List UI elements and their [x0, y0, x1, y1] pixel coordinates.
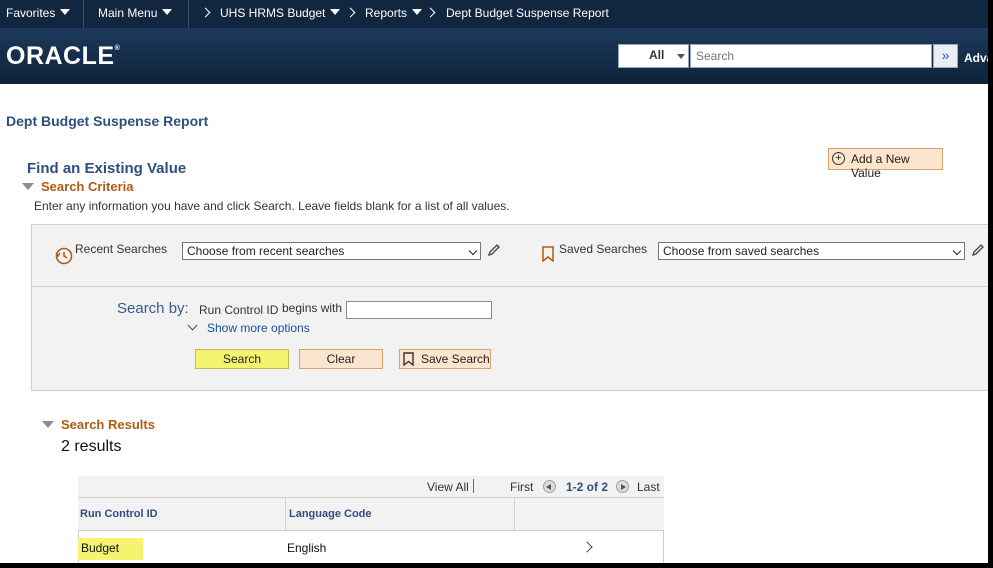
main-menu[interactable]: Main Menu [98, 6, 173, 20]
chevron-down-icon [412, 9, 423, 15]
breadcrumb-current[interactable]: Dept Budget Suspense Report [446, 6, 609, 20]
show-more-options-link[interactable]: Show more options [207, 321, 310, 335]
add-new-value-label: Add a New Value [851, 152, 910, 180]
nav-divider [188, 0, 189, 28]
double-chevron-right-icon: » [941, 47, 950, 63]
favorites-label: Favorites [6, 6, 56, 20]
chevron-down-icon [162, 9, 173, 15]
plus-circle-icon: + [832, 152, 845, 165]
last-link[interactable]: Last [637, 480, 660, 494]
add-new-value-button[interactable]: + Add a New Value [828, 148, 943, 180]
result-language-code: English [287, 541, 327, 555]
recent-searches-select[interactable]: Choose from recent searches [182, 242, 481, 260]
breadcrumb-reports[interactable]: Reports [365, 6, 423, 20]
page-title: Dept Budget Suspense Report [6, 113, 209, 129]
search-by-label: Search by: [117, 300, 189, 317]
column-divider [514, 498, 515, 531]
save-search-button[interactable]: Save Search [399, 349, 491, 369]
bookmark-icon [542, 246, 554, 262]
chevron-down-icon [677, 54, 685, 59]
collapse-triangle-icon[interactable] [42, 421, 54, 428]
search-scope-label: All [649, 48, 665, 62]
results-count: 2 results [61, 438, 122, 455]
chevron-down-icon [60, 9, 71, 15]
breadcrumb-label: UHS HRMS Budget [220, 6, 326, 20]
toolbar-divider [473, 479, 474, 493]
search-instructions: Enter any information you have and click… [34, 199, 510, 213]
save-search-label: Save Search [421, 352, 490, 366]
collapse-triangle-icon[interactable] [22, 183, 34, 190]
arrow-left-icon [546, 484, 551, 490]
page-range: 1-2 of 2 [566, 480, 609, 494]
saved-searches-value: Choose from saved searches [663, 244, 820, 258]
arrow-right-icon [621, 484, 626, 490]
previous-page-button[interactable] [543, 480, 556, 493]
history-icon [55, 247, 73, 265]
chevron-down-icon [330, 9, 341, 15]
view-all-link[interactable]: View All [427, 480, 469, 494]
saved-searches-select[interactable]: Choose from saved searches [658, 242, 965, 260]
breadcrumb-uhs-hrms-budget[interactable]: UHS HRMS Budget [220, 6, 341, 20]
result-run-control-id-link[interactable]: Budget [81, 541, 119, 555]
search-scope-select[interactable]: All [618, 44, 689, 68]
edit-pencil-icon[interactable] [487, 243, 501, 257]
header-band: ORACLE® All » Adva [0, 28, 988, 84]
bookmark-icon [403, 352, 414, 366]
grid-toolbar: View All First 1-2 of 2 Last [78, 476, 664, 498]
clear-button[interactable]: Clear [299, 349, 383, 369]
edit-pencil-icon[interactable] [971, 243, 985, 257]
operator-label: begins with [282, 301, 343, 315]
grid-header-row: Run Control ID Language Code [78, 498, 664, 531]
chevron-right-icon [345, 7, 356, 18]
run-control-id-input[interactable] [346, 301, 492, 319]
recent-searches-value: Choose from recent searches [187, 244, 345, 258]
find-existing-value-title: Find an Existing Value [27, 160, 187, 177]
nav-divider [83, 0, 84, 28]
column-header-run-control-id[interactable]: Run Control ID [80, 508, 158, 520]
search-go-button[interactable]: » [933, 44, 958, 68]
oracle-logo: ORACLE® [6, 42, 120, 71]
search-criteria-header[interactable]: Search Criteria [41, 179, 134, 194]
logo-text: ORACLE [6, 42, 115, 70]
recent-searches-label: Recent Searches [75, 242, 168, 256]
chevron-right-icon [200, 7, 211, 18]
panel-divider [31, 286, 988, 287]
chevron-down-icon [468, 246, 478, 256]
advanced-search-link[interactable]: Adva [964, 51, 988, 65]
main-menu-label: Main Menu [98, 6, 158, 20]
column-header-language-code[interactable]: Language Code [289, 508, 372, 520]
chevron-right-icon [425, 7, 436, 18]
chevron-down-icon [952, 246, 962, 256]
breadcrumb-label: Reports [365, 6, 408, 20]
search-results-header[interactable]: Search Results [61, 417, 155, 432]
top-nav-bar: Favorites Main Menu UHS HRMS Budget Repo… [0, 0, 988, 28]
next-page-button[interactable] [616, 480, 629, 493]
column-divider [285, 498, 286, 531]
saved-searches-label: Saved Searches [559, 242, 648, 256]
registered-mark: ® [114, 45, 121, 52]
global-search-input[interactable] [690, 44, 932, 68]
first-link[interactable]: First [510, 480, 533, 494]
app-window: Favorites Main Menu UHS HRMS Budget Repo… [0, 0, 988, 563]
search-button[interactable]: Search [195, 349, 289, 369]
favorites-menu[interactable]: Favorites [6, 6, 71, 20]
run-control-id-label: Run Control ID [199, 303, 279, 317]
